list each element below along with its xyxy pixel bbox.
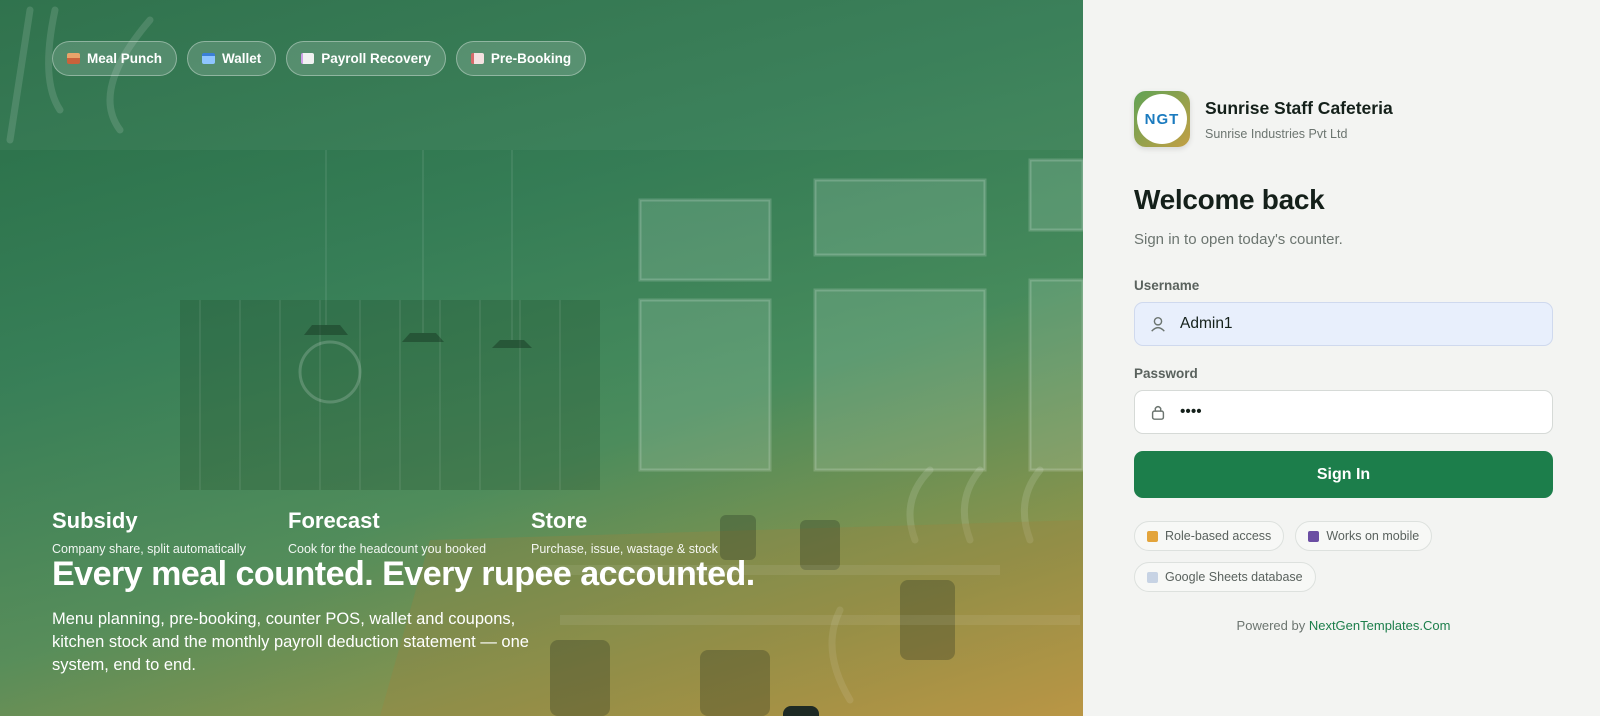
chip-payroll-recovery[interactable]: Payroll Recovery [286,41,446,76]
notebook-icon [470,53,484,64]
stat-subtitle: Purchase, issue, wastage & stock [531,542,718,556]
badge-label: Role-based access [1165,529,1272,543]
scroll-indicator [783,706,819,716]
chip-pre-booking[interactable]: Pre-Booking [455,41,587,76]
phone-icon [1308,530,1320,542]
stat-title: Subsidy [52,508,138,533]
hero-headline: Every meal counted. Every rupee accounte… [52,555,755,593]
chip-meal-punch[interactable]: Meal Punch [52,41,178,76]
chip-label: Pre-Booking [490,51,572,66]
badge-label: Google Sheets database [1165,570,1303,584]
stat-store: Store Purchase, issue, wastage & stock [531,508,761,556]
login-page: Meal Punch Wallet Payroll Recovery Pre-B… [0,0,1600,716]
logo-text: NGT [1137,94,1187,144]
feature-badges: Google Sheets database [1134,562,1316,592]
username-field[interactable]: Admin1 [1134,302,1553,346]
sign-in-button[interactable]: Sign In [1134,451,1553,498]
lock-icon [1147,530,1158,542]
stat-subtitle: Cook for the headcount you booked [288,542,487,556]
password-label: Password [1134,366,1198,381]
username-label: Username [1134,278,1200,293]
brand: NGT Sunrise Staff Cafeteria Sunrise Indu… [1134,91,1393,147]
chip-label: Payroll Recovery [321,51,431,66]
chip-label: Wallet [222,51,262,66]
company-logo: NGT [1134,91,1190,147]
stat-subtitle: Company share, split automatically [52,542,246,556]
powered-prefix: Powered by [1236,618,1306,633]
wallet-icon [202,53,216,64]
stat-forecast: Forecast Cook for the headcount you book… [288,508,503,556]
password-value[interactable]: •••• [1180,403,1202,421]
chip-label: Meal Punch [87,51,163,66]
stat-subsidy: Subsidy Company share, split automatical… [52,508,260,556]
powered-by-link[interactable]: NextGenTemplates.Com [1309,618,1451,633]
receipt-icon [301,53,315,64]
cloud-icon [1147,571,1158,583]
badge-works-on-mobile: Works on mobile [1295,521,1433,551]
page-title: Welcome back [1134,184,1325,215]
username-value[interactable]: Admin1 [1180,315,1233,333]
stat-title: Store [531,508,588,533]
hero-description: Menu planning, pre-booking, counter POS,… [52,610,529,674]
badge-role-based-access: Role-based access [1134,521,1285,551]
company-name: Sunrise Industries Pvt Ltd [1205,126,1348,141]
stat-title: Forecast [288,508,380,533]
bowl-icon [67,53,80,64]
badge-google-sheets-database: Google Sheets database [1134,562,1316,592]
user-icon [1151,316,1165,332]
powered-by: Powered by NextGenTemplates.Com [1083,618,1600,633]
brand-name: Sunrise Staff Cafeteria [1205,97,1393,118]
feature-chips: Meal Punch Wallet Payroll Recovery Pre-B… [52,41,587,76]
hero-panel: Meal Punch Wallet Payroll Recovery Pre-B… [0,0,1083,716]
hero-stats: Subsidy Company share, split automatical… [52,508,789,556]
chip-wallet[interactable]: Wallet [187,41,277,76]
password-field[interactable]: •••• [1134,390,1553,434]
lock-icon [1151,405,1165,420]
login-panel: NGT Sunrise Staff Cafeteria Sunrise Indu… [1083,0,1600,716]
page-subtitle: Sign in to open today's counter. [1134,231,1343,248]
badge-label: Works on mobile [1326,529,1420,543]
feature-badges: Role-based access Works on mobile [1134,521,1433,551]
